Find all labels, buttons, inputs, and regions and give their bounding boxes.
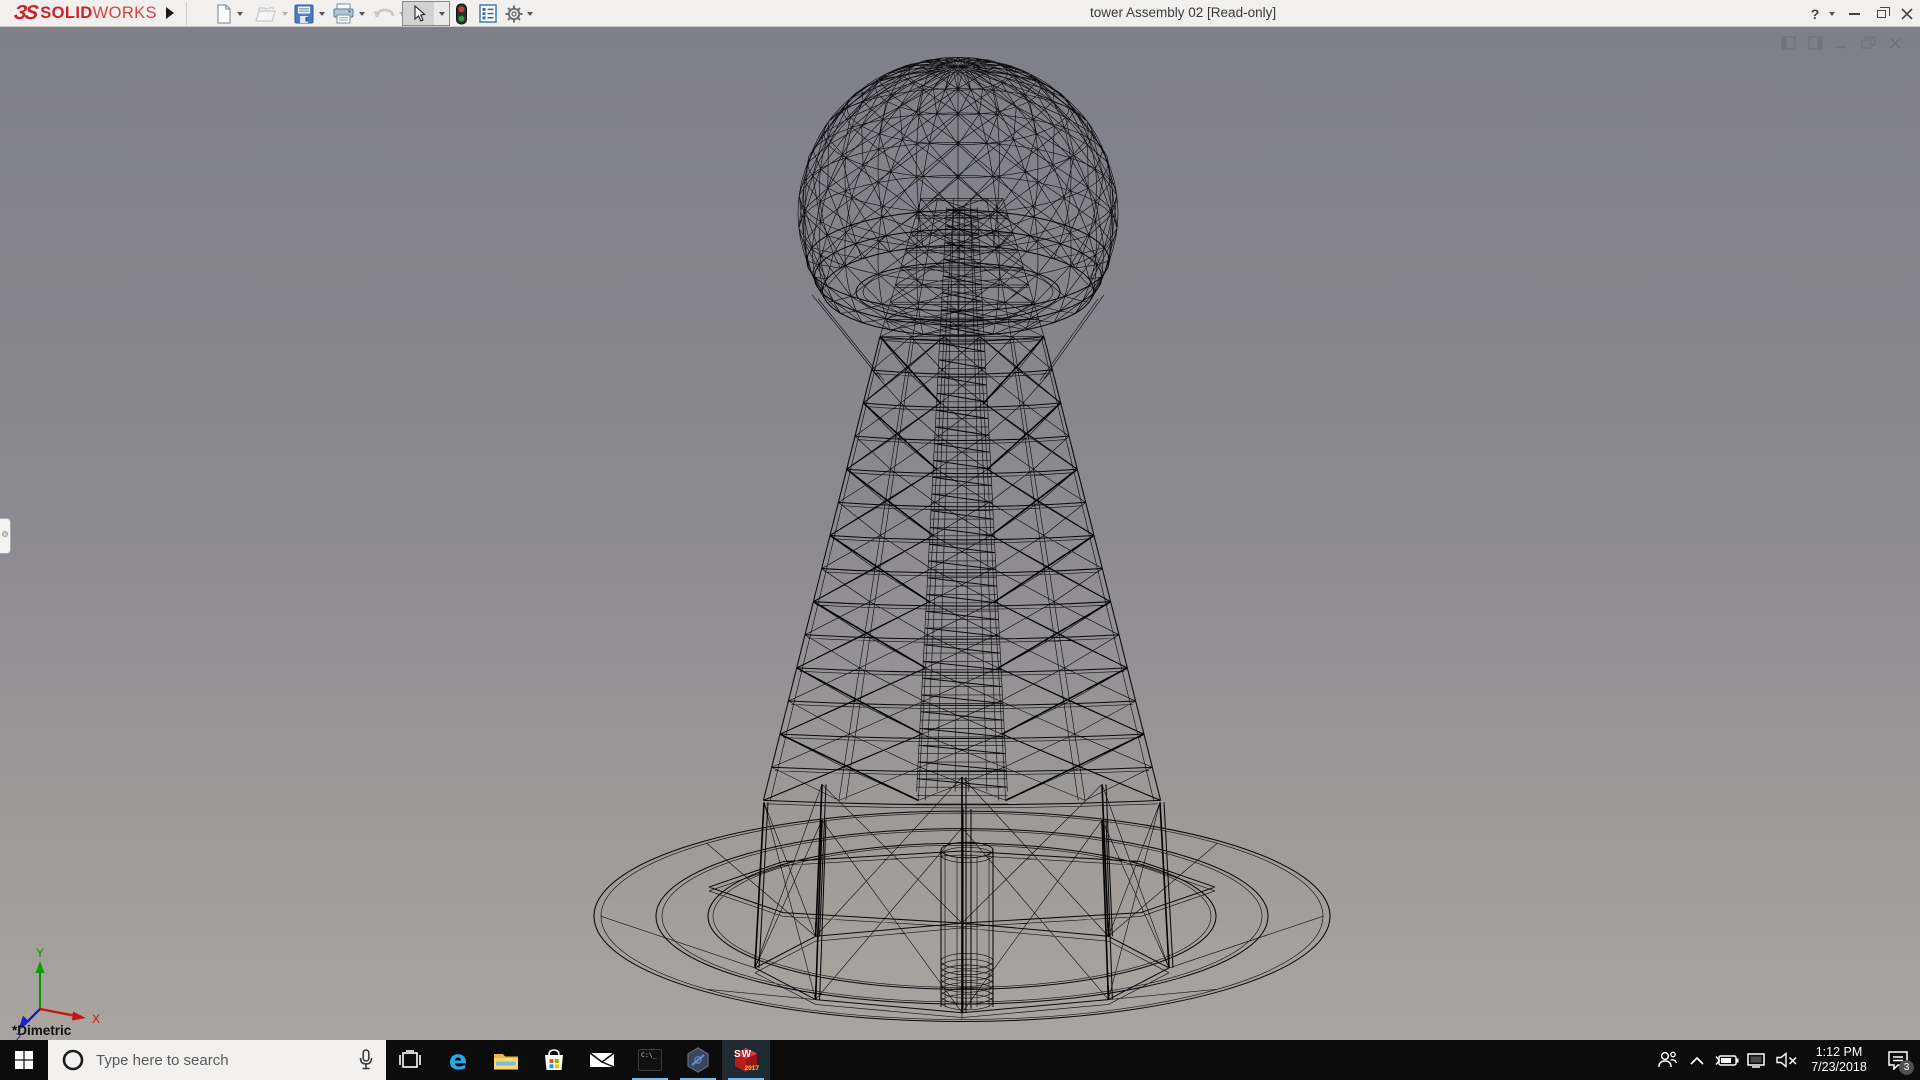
windows-taskbar: e C:\_: [0, 1040, 1920, 1080]
select-dropdown[interactable]: [439, 12, 445, 16]
notification-badge: 3: [1899, 1060, 1914, 1075]
titlebar: ЗS SOLID WORKS: [0, 0, 1920, 27]
system-tray: 1:12 PM 7/23/2018 3: [1652, 1040, 1920, 1080]
help-dropdown[interactable]: [1826, 0, 1838, 27]
taskbar-app-store[interactable]: [530, 1040, 578, 1080]
mail-icon: [589, 1050, 615, 1070]
window-title: tower Assembly 02 [Read-only]: [1090, 5, 1276, 20]
volume-button[interactable]: [1772, 1040, 1802, 1080]
options-dropdown[interactable]: [527, 2, 533, 25]
taskbar-app-edge[interactable]: e: [434, 1040, 482, 1080]
start-button[interactable]: [0, 1040, 48, 1080]
command-prompt-icon: C:\_: [638, 1049, 662, 1071]
save-button[interactable]: [293, 2, 315, 25]
feature-manager-collapsed-tab[interactable]: [0, 518, 11, 554]
taskbar-app-composer[interactable]: [674, 1040, 722, 1080]
toolbar-separator: [186, 2, 187, 25]
undo-icon: [372, 4, 396, 24]
speaker-muted-icon: [1775, 1052, 1799, 1068]
y-axis-label: Y: [36, 947, 44, 960]
x-axis-label: X: [92, 1012, 100, 1026]
battery-button[interactable]: [1712, 1040, 1742, 1080]
taskbar-app-file-explorer[interactable]: [482, 1040, 530, 1080]
taskbar-app-mail[interactable]: [578, 1040, 626, 1080]
print-icon: [332, 3, 355, 24]
cortana-icon: [60, 1047, 86, 1073]
open-dropdown[interactable]: [282, 2, 288, 25]
open-button[interactable]: [254, 2, 278, 25]
tray-overflow-button[interactable]: [1682, 1040, 1712, 1080]
task-view-button[interactable]: [386, 1040, 434, 1080]
new-document-button[interactable]: [215, 2, 233, 25]
open-icon: [254, 4, 278, 24]
traffic-light-icon: [455, 3, 468, 25]
rebuild-button[interactable]: [455, 2, 468, 25]
select-tool-button[interactable]: [402, 1, 450, 26]
ds-logo-icon: ЗS: [12, 2, 37, 25]
solidworks-logo: ЗS SOLID WORKS: [14, 0, 157, 27]
microphone-icon[interactable]: [358, 1049, 374, 1071]
clock-time: 1:12 PM: [1804, 1045, 1874, 1060]
tower-wireframe-model[interactable]: [0, 27, 1920, 1040]
taskbar-search[interactable]: [48, 1040, 386, 1080]
network-icon: [1746, 1052, 1768, 1068]
taskbar-app-command-prompt[interactable]: C:\_: [626, 1040, 674, 1080]
network-button[interactable]: [1742, 1040, 1772, 1080]
people-button[interactable]: [1652, 1040, 1682, 1080]
file-explorer-icon: [493, 1049, 519, 1071]
pane-left-icon[interactable]: [1781, 36, 1796, 50]
minimize-button[interactable]: [1844, 0, 1864, 27]
new-document-icon: [215, 3, 233, 24]
view-orientation-label: *Dimetric: [12, 1023, 71, 1038]
taskbar-clock[interactable]: 1:12 PM 7/23/2018: [1802, 1045, 1876, 1075]
solidworks-2017-icon: SW 2017: [733, 1047, 759, 1073]
brand-solid: SOLID: [40, 4, 92, 23]
doc-close-icon[interactable]: [1889, 36, 1902, 50]
chevron-up-icon: [1690, 1056, 1704, 1065]
composer-hexagon-icon: [685, 1047, 711, 1073]
brand-works: WORKS: [93, 4, 157, 23]
store-icon: [542, 1048, 566, 1072]
doc-restore-icon[interactable]: [1861, 36, 1877, 50]
graphics-viewport[interactable]: Y X Z *Dimetric: [0, 27, 1920, 1040]
document-window-controls: [1781, 36, 1902, 50]
help-button[interactable]: ?: [1805, 0, 1825, 27]
menu-flyout-icon[interactable]: [166, 7, 174, 19]
taskbar-app-solidworks-2017[interactable]: SW 2017: [722, 1040, 770, 1080]
file-properties-button[interactable]: [478, 2, 498, 25]
print-button[interactable]: [332, 2, 355, 25]
properties-list-icon: [478, 3, 498, 24]
doc-minimize-icon[interactable]: [1835, 36, 1849, 50]
action-center-button[interactable]: 3: [1876, 1040, 1920, 1080]
save-icon: [293, 3, 315, 25]
edge-icon: e: [449, 1047, 467, 1074]
task-view-icon: [398, 1050, 422, 1070]
close-icon: [1901, 8, 1913, 20]
new-dropdown[interactable]: [237, 2, 243, 25]
restore-button[interactable]: [1870, 0, 1892, 27]
options-button[interactable]: [503, 2, 525, 25]
people-icon: [1656, 1050, 1678, 1070]
save-dropdown[interactable]: [319, 2, 325, 25]
close-button[interactable]: [1896, 0, 1918, 27]
battery-plugged-icon: [1715, 1053, 1739, 1067]
pane-right-icon[interactable]: [1808, 36, 1823, 50]
print-dropdown[interactable]: [359, 2, 365, 25]
y-axis-arrow: [36, 961, 45, 973]
select-cursor-icon: [403, 2, 434, 25]
x-axis-arrow: [72, 1012, 86, 1021]
undo-button[interactable]: [372, 2, 396, 25]
clock-date: 7/23/2018: [1804, 1060, 1874, 1075]
windows-logo-icon: [14, 1050, 34, 1070]
gear-icon: [503, 3, 525, 25]
search-input[interactable]: [94, 1051, 334, 1070]
